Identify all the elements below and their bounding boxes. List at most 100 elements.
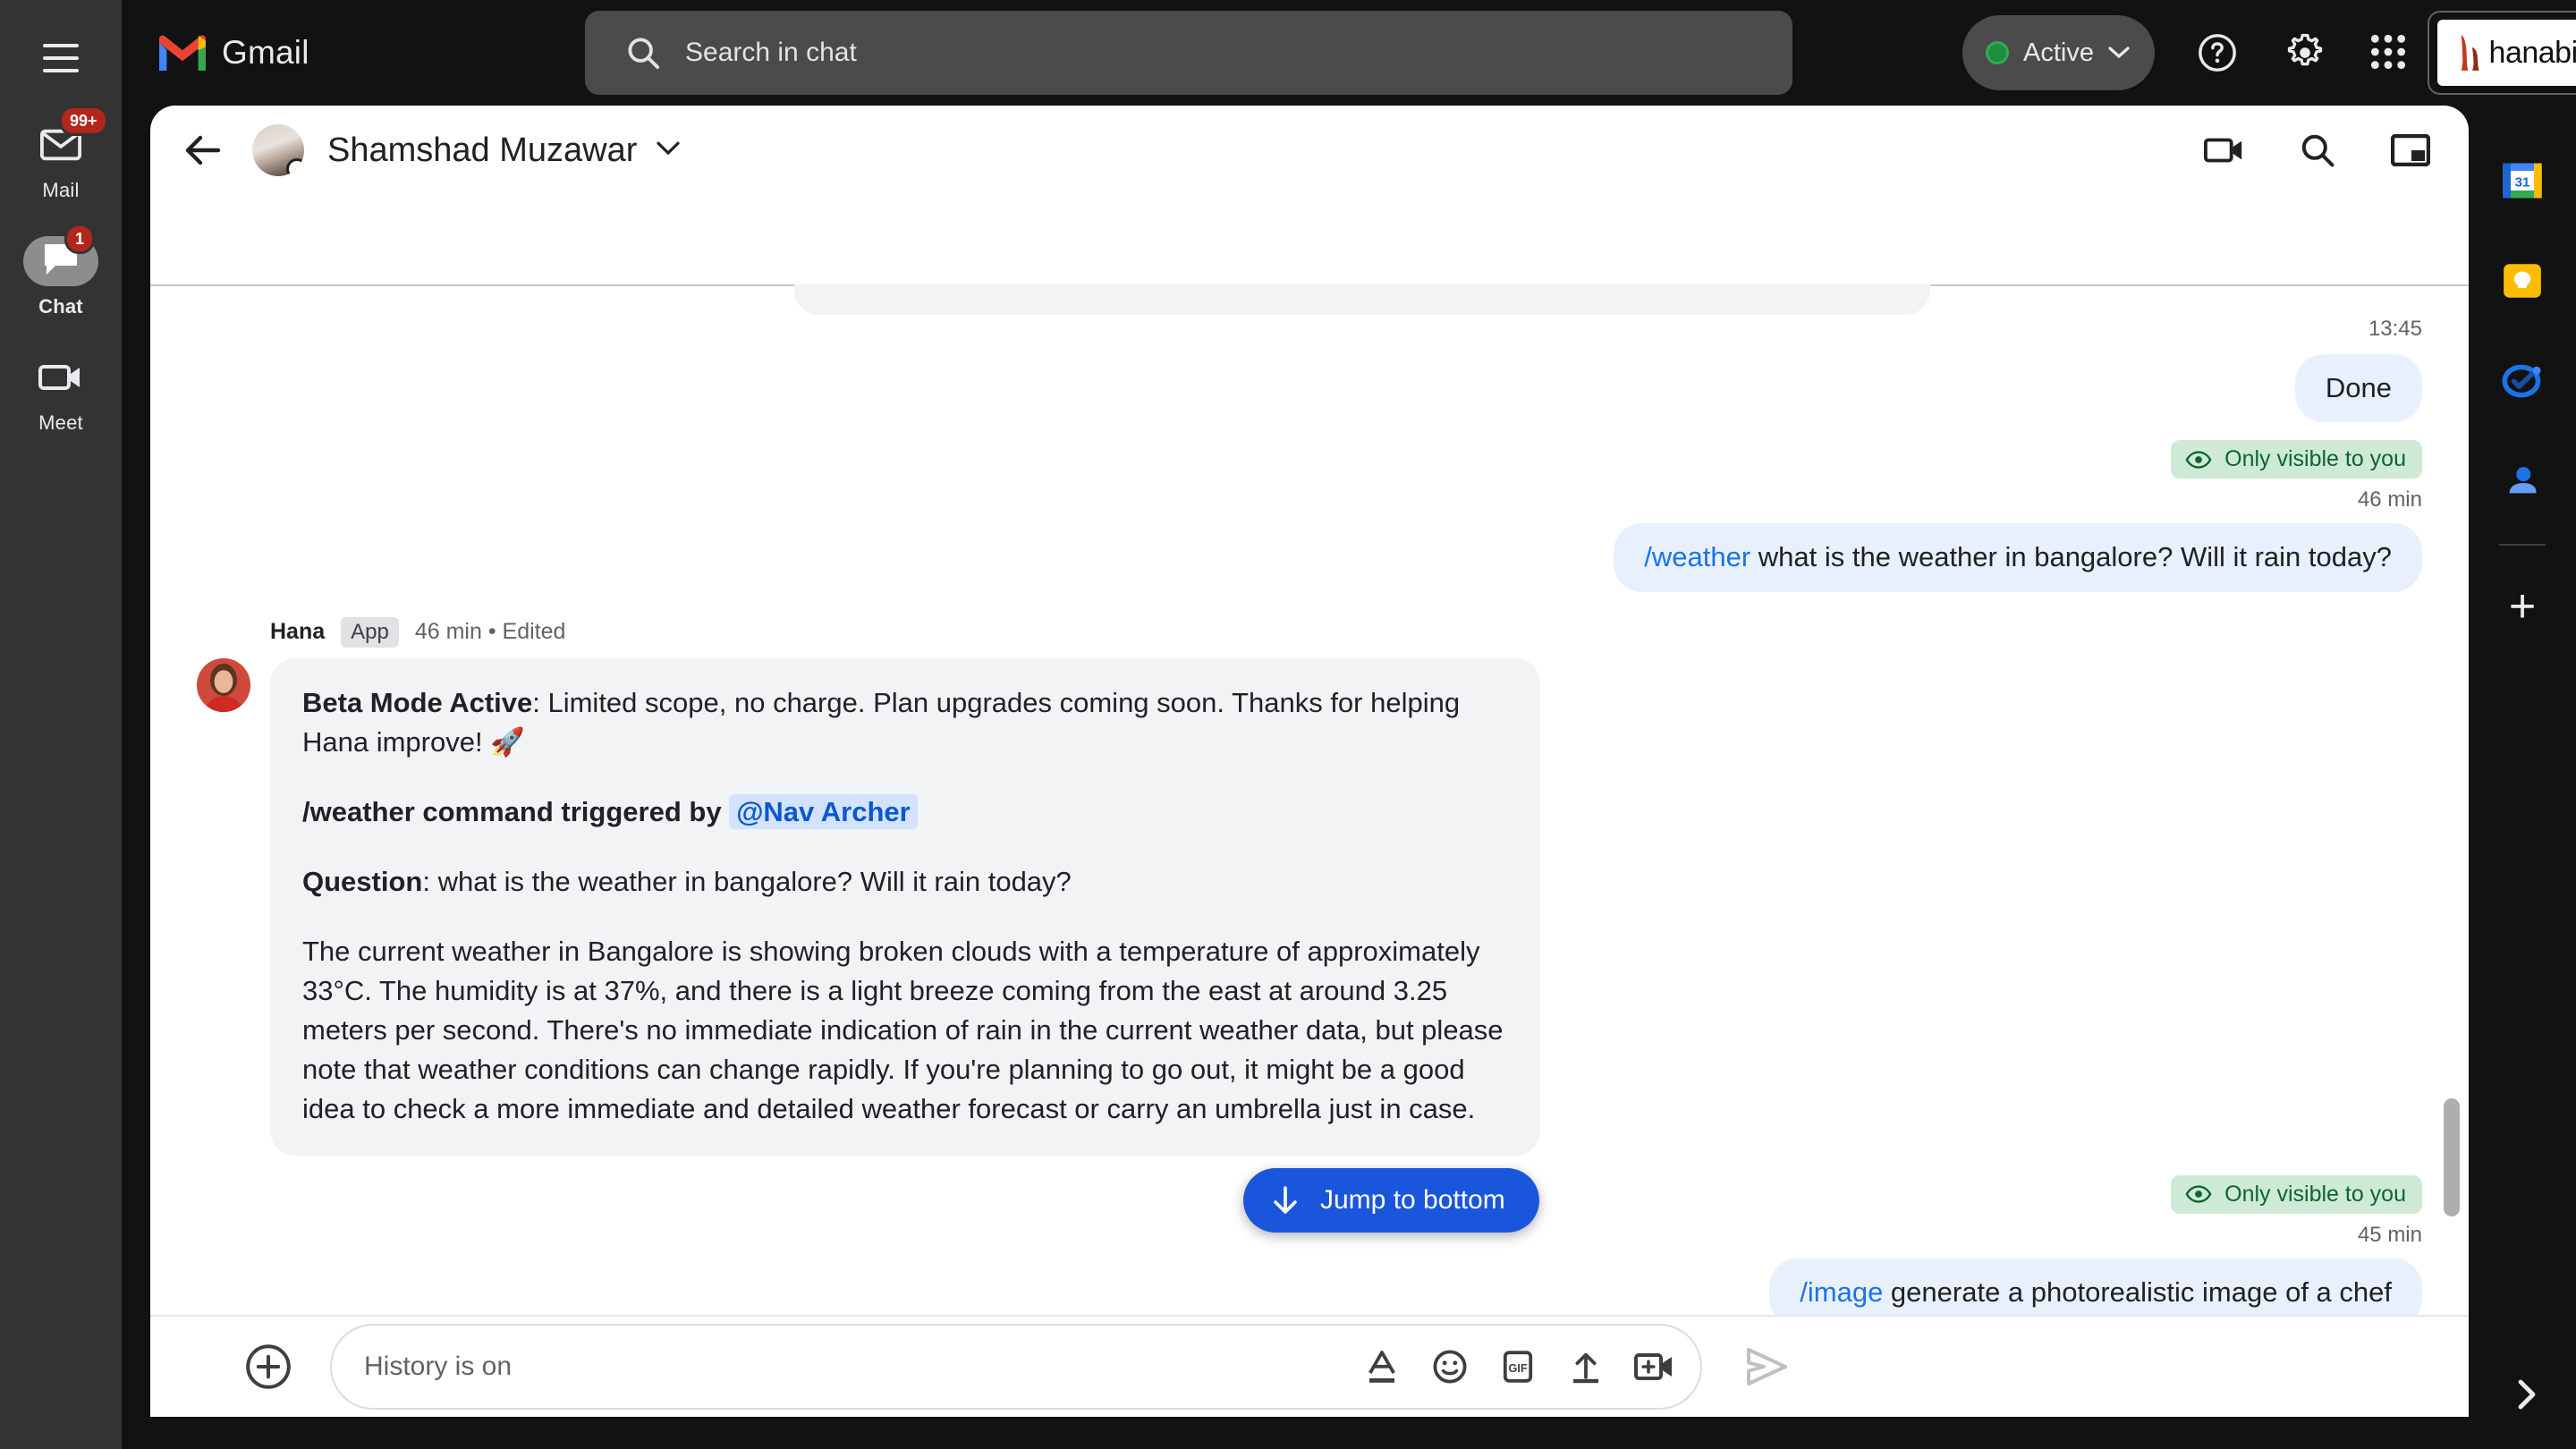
hamburger-menu-icon[interactable] xyxy=(33,30,89,86)
chat-options-caret[interactable] xyxy=(657,140,680,161)
jump-to-bottom-label: Jump to bottom xyxy=(1320,1185,1505,1215)
jump-to-bottom-button[interactable]: Jump to bottom xyxy=(1243,1168,1539,1233)
arrow-left-icon xyxy=(185,135,221,165)
google-contacts-icon[interactable] xyxy=(2497,456,2547,506)
google-tasks-icon[interactable] xyxy=(2497,356,2547,406)
chat-icon-wrap: 1 xyxy=(23,224,98,286)
brand-logo-box: hanabi xyxy=(2437,20,2576,86)
sidebar-item-meet[interactable]: Meet xyxy=(12,352,110,435)
emoji-icon xyxy=(1433,1350,1467,1384)
format-text-button[interactable] xyxy=(1362,1347,1402,1386)
message-list-scrollbar[interactable] xyxy=(2444,1098,2460,1216)
search-icon xyxy=(628,38,660,70)
expand-panel-button[interactable] xyxy=(2508,1377,2544,1417)
gif-button[interactable]: GIF xyxy=(1498,1347,1538,1386)
arrow-down-icon xyxy=(1274,1186,1297,1214)
video-call-button[interactable] xyxy=(2204,130,2245,171)
slash-command: /weather xyxy=(1644,541,1751,573)
upload-file-button[interactable] xyxy=(1566,1347,1606,1386)
agent-avatar[interactable] xyxy=(197,657,250,712)
command-trigger-label: /weather command triggered by xyxy=(302,795,722,827)
agent-message-meta: Hana App 46 min • Edited xyxy=(270,616,2422,648)
account-brand-group[interactable]: hanabi xyxy=(2428,11,2576,95)
message-timestamp-row: 13:45 xyxy=(197,317,2422,342)
emoji-button[interactable] xyxy=(1430,1347,1470,1386)
chat-unread-badge: 1 xyxy=(64,224,96,255)
beta-mode-label: Beta Mode Active xyxy=(302,686,533,718)
video-camera-icon xyxy=(2204,138,2242,163)
mail-icon-wrap: 99+ xyxy=(23,106,108,170)
google-apps-button[interactable] xyxy=(2368,32,2410,73)
message-timestamp: 45 min xyxy=(2357,1222,2422,1247)
gmail-logo-icon xyxy=(159,35,206,71)
upload-icon xyxy=(1573,1352,1598,1384)
chevron-down-icon xyxy=(657,141,680,155)
agent-message-timestamp: 46 min • Edited xyxy=(414,619,566,645)
google-keep-icon[interactable] xyxy=(2497,256,2547,306)
message-text: what is the weather in bangalore? Will i… xyxy=(1750,541,2392,573)
brand-wordmark: hanabi xyxy=(2488,35,2576,70)
google-calendar-icon[interactable]: 31 xyxy=(2497,156,2547,206)
gear-icon xyxy=(2287,33,2323,66)
svg-text:31: 31 xyxy=(2515,175,2530,191)
back-button[interactable] xyxy=(179,127,225,174)
presence-label: Active xyxy=(2023,38,2094,67)
agent-name: Hana xyxy=(270,619,326,645)
composer-icons: GIF xyxy=(1362,1347,1674,1386)
settings-button[interactable] xyxy=(2284,32,2326,73)
chevron-right-icon xyxy=(2518,1379,2536,1410)
message-row-outgoing[interactable]: /image generate a photorealistic image o… xyxy=(197,1258,2422,1315)
plus-circle-icon xyxy=(246,1344,291,1389)
message-row-outgoing[interactable]: Done xyxy=(197,354,2422,423)
format-text-icon xyxy=(1368,1351,1395,1383)
question-text: : what is the weather in bangalore? Will… xyxy=(422,865,1072,897)
question-label: Question xyxy=(302,865,423,897)
status-badge: Only visible to you xyxy=(2171,440,2422,479)
sidebar-item-chat[interactable]: 1 Chat xyxy=(12,224,110,318)
picture-in-picture-button[interactable] xyxy=(2390,130,2431,171)
message-bubble: /weather what is the weather in bangalor… xyxy=(1614,523,2422,592)
sidebar-item-label-mail: Mail xyxy=(42,179,80,201)
eye-icon xyxy=(2185,451,2212,469)
add-app-button[interactable]: + xyxy=(2497,581,2547,631)
message-bubble: /image generate a photorealistic image o… xyxy=(1769,1258,2422,1315)
gmail-logo-link[interactable]: Gmail xyxy=(159,34,309,72)
search-in-conversation-button[interactable] xyxy=(2297,130,2338,171)
search-icon xyxy=(2301,134,2334,167)
message-text: generate a photorealistic image of a che… xyxy=(1883,1275,2392,1308)
sidebar-item-label-meet: Meet xyxy=(38,411,83,434)
agent-paragraph-trigger: /weather command triggered by @Nav Arche… xyxy=(302,792,1508,832)
message-input-placeholder: History is on xyxy=(364,1352,513,1381)
help-button[interactable] xyxy=(2197,32,2238,73)
meet-icon-wrap xyxy=(23,352,98,402)
message-list[interactable]: 13:45 Done Only visible to you 46 min /w xyxy=(150,195,2469,1315)
message-input[interactable]: History is on GIF xyxy=(330,1324,1702,1410)
rail-divider xyxy=(2499,544,2546,546)
message-row-outgoing[interactable]: /weather what is the weather in bangalor… xyxy=(197,523,2422,592)
video-camera-icon xyxy=(38,365,80,390)
gmail-wordmark: Gmail xyxy=(222,34,309,71)
left-app-rail: 99+ Mail 1 Chat Meet xyxy=(0,0,122,1449)
sidebar-item-label-chat: Chat xyxy=(38,295,83,318)
add-attachment-button[interactable] xyxy=(244,1343,292,1391)
presence-dot-icon xyxy=(1986,41,2009,64)
chat-header: Shamshad Muzawar xyxy=(150,106,2469,195)
search-input[interactable]: Search in chat xyxy=(585,11,1792,95)
message-bubble: Done xyxy=(2294,354,2422,423)
sidebar-item-mail[interactable]: 99+ Mail xyxy=(12,106,110,202)
contact-avatar[interactable] xyxy=(252,124,304,176)
user-mention[interactable]: @Nav Archer xyxy=(729,793,918,829)
status-badge-label: Only visible to you xyxy=(2224,1181,2406,1207)
message-row-agent[interactable]: Hana App 46 min • Edited Beta Mode Activ… xyxy=(197,616,2422,1156)
top-bar: Gmail Search in chat Active hanabi xyxy=(122,0,2576,106)
video-meeting-button[interactable] xyxy=(1634,1347,1674,1386)
presence-status-button[interactable]: Active xyxy=(1962,15,2155,90)
message-timestamp-row: 46 min xyxy=(197,487,2422,513)
agent-message-body: Hana App 46 min • Edited Beta Mode Activ… xyxy=(270,616,2422,1156)
avatar-status-ring xyxy=(286,158,304,176)
svg-text:GIF: GIF xyxy=(1508,1361,1528,1375)
gif-icon: GIF xyxy=(1503,1351,1533,1383)
page-title: Shamshad Muzawar xyxy=(327,131,638,169)
send-message-button[interactable] xyxy=(1741,1342,1792,1392)
message-timestamp: 13:45 xyxy=(2368,317,2422,341)
